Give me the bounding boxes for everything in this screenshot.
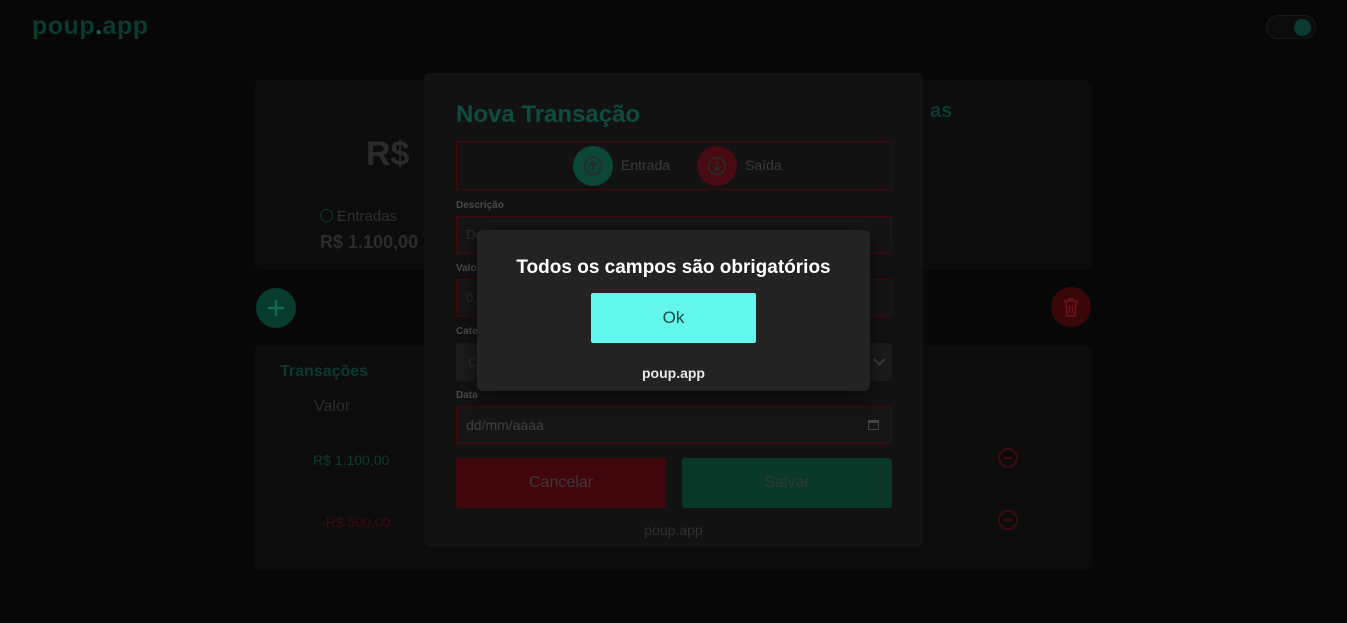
arrow-up-icon [583,156,603,176]
date-input[interactable]: dd/mm/aaaa [456,406,892,444]
cancel-button[interactable]: Cancelar [456,458,666,508]
income-icon [320,209,333,222]
remove-row-icon[interactable] [998,448,1018,468]
validation-alert-dialog: Todos os campos são obrigatórios Ok poup… [477,230,870,391]
alert-footer: poup.app [642,365,705,381]
chevron-down-icon [873,353,886,366]
value-label: Valo [456,263,477,274]
calendar-icon[interactable] [868,420,879,430]
table-row: R$ 1.100,00 [313,452,390,468]
date-label: Data [456,390,478,401]
table-row: -R$ 500,00 [321,514,391,530]
income-value: R$ 1.100,00 [320,232,419,252]
ok-button[interactable]: Ok [591,293,756,343]
income-label: Entradas [320,208,397,225]
category-label: Cate [456,326,478,337]
balance-amount: R$ [366,135,410,173]
expense-type-label[interactable]: Saída [745,157,782,173]
modal-footer: poup.app [644,522,703,538]
theme-toggle[interactable] [1266,15,1316,39]
trash-icon [1064,298,1078,317]
column-header-value: Valor [314,398,351,415]
modal-title: Nova Transação [456,101,641,128]
save-button[interactable]: Salvar [682,458,892,508]
brand-logo: poup.app [32,12,149,40]
add-transaction-button[interactable] [256,288,296,328]
expense-type-button[interactable] [697,146,737,186]
alert-message: Todos os campos são obrigatórios [516,257,831,278]
income-type-label[interactable]: Entrada [621,157,670,173]
income-type-button[interactable] [573,146,613,186]
hidden-heading-tail: as [930,100,953,122]
transactions-title: Transações [280,363,369,380]
transaction-type-selector: Entrada Saída [456,141,892,190]
toggle-knob [1294,19,1311,36]
arrow-down-icon [707,156,727,176]
plus-icon [268,300,284,316]
description-label: Descrição [456,200,504,211]
remove-row-icon[interactable] [998,510,1018,530]
delete-all-button[interactable] [1051,287,1091,327]
